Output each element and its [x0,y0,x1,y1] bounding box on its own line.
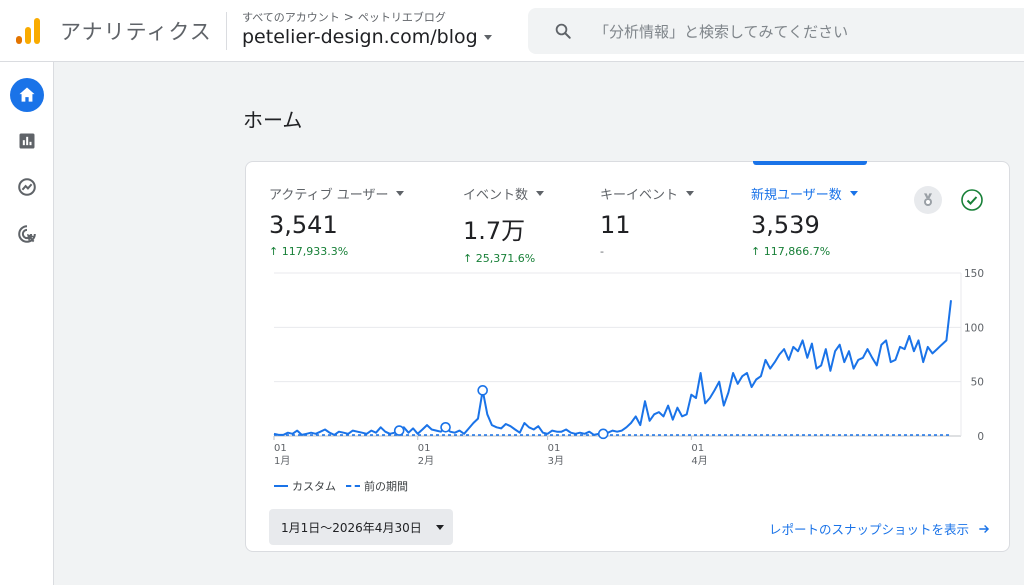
new-users-line-chart: 150100500011月012月013月014月 [273,268,984,467]
metric-label: キーイベント [600,184,695,203]
x-tick-month: 1月 [274,455,290,467]
status-check-button[interactable] [958,186,986,214]
annotation-marker [440,422,451,433]
top-bar: アナリティクス すべてのアカウント > ペットリエブログ petelier-de… [0,0,1024,62]
y-tick-label: 50 [971,377,984,389]
snapshot-link-label: レポートのスナップショットを表示 [768,522,969,537]
y-tick-label: 100 [964,322,984,334]
view-snapshot-link[interactable]: レポートのスナップショットを表示 [769,519,991,538]
medal-icon [924,193,932,206]
selected-tab-indicator [753,161,867,165]
metric-value: 3,539 [751,211,820,239]
insights-button[interactable] [914,186,942,214]
x-tick-day: 01 [418,443,431,454]
x-tick-day: 01 [548,443,561,454]
check-circle-icon [961,189,983,211]
legend-label: 前の期間 [364,480,408,493]
home-icon [19,87,35,102]
breadcrumb[interactable]: すべてのアカウント > ペットリエブログ [242,9,446,25]
x-tick-month: 4月 [691,455,707,467]
legend-item-previous: 前の期間 [346,478,408,494]
nav-explore[interactable] [10,170,44,204]
x-tick-month: 3月 [548,455,564,467]
arrow-right-icon [979,524,990,533]
metric-value: 11 [600,211,631,239]
search-icon [555,23,571,39]
advertising-icon [18,225,36,243]
breadcrumb-separator: > [343,10,354,24]
nav-home[interactable] [10,78,44,112]
metric-value: 3,541 [269,211,338,239]
metric-key-events[interactable]: キーイベント 11 - [600,184,695,258]
search-placeholder: 「分析情報」と検索してみてください [594,22,849,41]
side-navigation [0,62,54,585]
date-range-selector[interactable]: 1月1日～2026年4月30日 [269,509,453,545]
metric-delta: ↑ 117,933.3% [269,245,349,258]
header-divider [226,12,227,50]
breadcrumb-account[interactable]: すべてのアカウント [242,9,340,25]
chevron-down-icon [536,191,545,196]
reports-icon [19,133,35,149]
annotation-marker [393,425,405,436]
chevron-down-icon [686,191,695,196]
legend-swatch [274,485,288,487]
metric-event-count[interactable]: イベント数 1.7万 ↑ 25,371.6% [463,184,545,265]
nav-advertising[interactable] [10,217,44,251]
series-custom-line [273,300,952,436]
page-title: ホーム [243,108,303,132]
x-tick-day: 01 [274,443,287,454]
metric-label: 新規ユーザー数 [751,184,858,203]
y-tick-label: 150 [964,268,984,280]
chevron-down-icon [849,191,858,196]
property-name: petelier-design.com/blog [242,26,478,48]
app-name: アナリティクス [60,20,212,44]
search-bar[interactable]: 「分析情報」と検索してみてください [528,8,1024,54]
legend-item-custom: カスタム [274,478,336,494]
annotation-marker [477,385,488,396]
analytics-logo[interactable] [14,16,42,46]
overview-card: アクティブ ユーザー 3,541 ↑ 117,933.3% イベント数 1.7万… [245,161,1010,552]
legend-swatch [346,485,360,487]
chevron-down-icon [483,34,492,40]
metric-delta: - [600,245,604,258]
chevron-down-icon [435,524,444,530]
legend-label: カスタム [292,480,336,493]
date-range-label: 1月1日～2026年4月30日 [281,520,422,535]
nav-reports[interactable] [10,124,44,158]
metric-new-users[interactable]: 新規ユーザー数 3,539 ↑ 117,866.7% [751,184,858,258]
x-tick-day: 01 [691,443,704,454]
annotation-marker [597,428,609,440]
explore-icon [18,178,36,196]
breadcrumb-property[interactable]: ペットリエブログ [358,9,446,25]
chevron-down-icon [396,191,405,196]
property-selector[interactable]: petelier-design.com/blog [242,26,492,48]
metric-label: アクティブ ユーザー [269,184,405,203]
metric-active-users[interactable]: アクティブ ユーザー 3,541 ↑ 117,933.3% [269,184,405,258]
y-tick-label: 0 [977,431,984,443]
x-tick-month: 2月 [418,455,434,467]
metric-delta: ↑ 117,866.7% [751,245,831,258]
chart-legend: カスタム 前の期間 [274,478,408,494]
metric-value: 1.7万 [463,217,526,245]
metric-label: イベント数 [463,184,545,203]
